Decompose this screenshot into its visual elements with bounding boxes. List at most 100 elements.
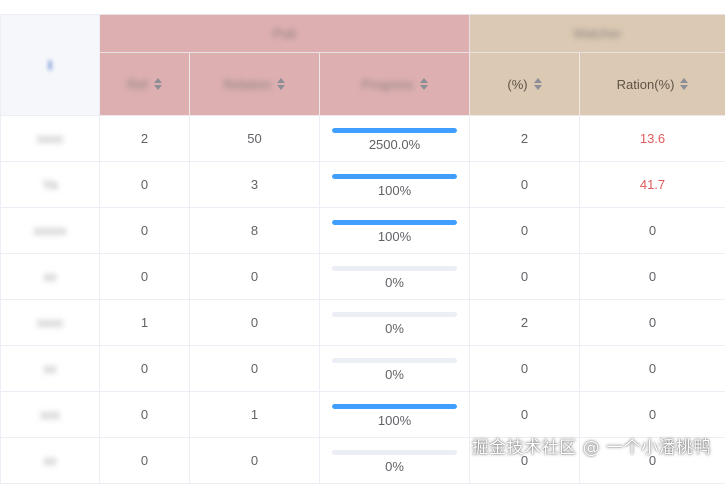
table-row: xx000%00 <box>1 254 725 300</box>
cell-ration: 0 <box>580 300 725 346</box>
row-label-value: xx <box>44 361 57 376</box>
cell-ref: 0 <box>100 208 190 254</box>
cell-ration: 13.6 <box>580 116 725 162</box>
cell-ration-value: 13.6 <box>640 131 665 146</box>
cell-pct: 2 <box>470 116 580 162</box>
progress-cell: 2500.0% <box>320 116 470 162</box>
column-header-label: Progress <box>361 77 413 92</box>
cell-ration-value: 41.7 <box>640 177 665 192</box>
row-label: xxx <box>1 392 100 438</box>
cell-relation: 0 <box>190 346 320 392</box>
progress-percent: 100% <box>320 413 469 428</box>
progress-percent: 100% <box>320 229 469 244</box>
cell-pct-value: 0 <box>521 361 528 376</box>
table-row: xxxx2502500.0%213.6 <box>1 116 725 162</box>
progress-percent: 2500.0% <box>320 137 469 152</box>
cell-relation: 0 <box>190 254 320 300</box>
cell-ref-value: 1 <box>141 315 148 330</box>
progress-bar <box>332 312 457 317</box>
cell-pct-value: 0 <box>521 269 528 284</box>
cell-relation: 50 <box>190 116 320 162</box>
cell-pct-value: 0 <box>521 407 528 422</box>
cell-pct-value: 0 <box>521 177 528 192</box>
cell-ref-value: 0 <box>141 453 148 468</box>
table-row: xxxx100%20 <box>1 300 725 346</box>
progress-bar-fill <box>332 128 457 133</box>
cell-pct: 0 <box>470 162 580 208</box>
progress-bar <box>332 128 457 133</box>
table-row: Ya03100%041.7 <box>1 162 725 208</box>
cell-relation-value: 0 <box>251 361 258 376</box>
cell-ration: 0 <box>580 346 725 392</box>
row-label: xx <box>1 438 100 484</box>
cell-pct-value: 2 <box>521 131 528 146</box>
cell-pct: 0 <box>470 392 580 438</box>
cell-relation: 1 <box>190 392 320 438</box>
cell-ref: 0 <box>100 392 190 438</box>
cell-ref: 0 <box>100 346 190 392</box>
cell-ration: 41.7 <box>580 162 725 208</box>
sort-caret-icon[interactable] <box>277 78 285 90</box>
cell-relation: 8 <box>190 208 320 254</box>
group-header-pub-label: Pub <box>273 26 296 41</box>
column-header-label: (%) <box>507 77 527 92</box>
corner-header-label: l <box>48 58 52 73</box>
cell-ref-value: 0 <box>141 361 148 376</box>
progress-cell: 100% <box>320 208 470 254</box>
corner-header: l <box>1 15 100 116</box>
cell-ration-value: 0 <box>649 223 656 238</box>
cell-ref: 0 <box>100 162 190 208</box>
cell-ration-value: 0 <box>649 315 656 330</box>
cell-ref: 2 <box>100 116 190 162</box>
cell-ration: 0 <box>580 254 725 300</box>
column-header-ref[interactable]: Ref <box>100 53 190 116</box>
column-header-progress[interactable]: Progress <box>320 53 470 116</box>
sort-caret-icon[interactable] <box>534 78 542 90</box>
sort-caret-icon[interactable] <box>420 78 428 90</box>
cell-pct: 0 <box>470 208 580 254</box>
progress-cell: 0% <box>320 346 470 392</box>
cell-ration-value: 0 <box>649 361 656 376</box>
progress-percent: 0% <box>320 367 469 382</box>
watermark: 掘金技术社区 @ 一个小潘桃鸭 <box>472 433 711 458</box>
progress-cell: 0% <box>320 254 470 300</box>
progress-percent: 100% <box>320 183 469 198</box>
table-row: xxxxx 0 8 100% 0 0 <box>1 208 725 254</box>
row-label: Ya <box>1 162 100 208</box>
progress-cell: 100% <box>320 392 470 438</box>
cell-ref: 0 <box>100 254 190 300</box>
column-header-pct[interactable]: (%) <box>470 53 580 116</box>
progress-bar <box>332 220 457 225</box>
cell-pct: 0 <box>470 346 580 392</box>
group-header-watcher: Watcher <box>470 15 725 53</box>
cell-pct: 2 <box>470 300 580 346</box>
sort-caret-icon[interactable] <box>154 78 162 90</box>
sort-caret-icon[interactable] <box>680 78 688 90</box>
table-row: xx 0 0 0% 0 0 <box>1 346 725 392</box>
column-header-relation[interactable]: Relation <box>190 53 320 116</box>
row-label: xxxxx <box>1 208 100 254</box>
cell-ration: 0 <box>580 392 725 438</box>
row-label-value: xxxxx <box>34 223 67 238</box>
progress-cell: 0% <box>320 438 470 484</box>
cell-ration-value: 0 <box>649 269 656 284</box>
row-label-value: xx <box>44 269 57 284</box>
group-header-pub: Pub <box>100 15 470 53</box>
column-header-label: Ration(%) <box>617 77 675 92</box>
progress-percent: 0% <box>320 275 469 290</box>
row-label-value: xxx <box>40 407 60 422</box>
cell-relation-value: 8 <box>251 223 258 238</box>
progress-bar-fill <box>332 404 457 409</box>
progress-cell: 100% <box>320 162 470 208</box>
progress-bar <box>332 358 457 363</box>
progress-bar <box>332 266 457 271</box>
row-label-value: Ya <box>43 177 58 192</box>
column-header-label: Ref <box>127 77 147 92</box>
stats-table: l Pub Watcher Ref Relation <box>0 14 725 484</box>
row-label: xxxx <box>1 116 100 162</box>
cell-ration-value: 0 <box>649 407 656 422</box>
column-header-ration[interactable]: Ration(%) <box>580 53 725 116</box>
table-row: xxx01100%00 <box>1 392 725 438</box>
cell-pct-value: 0 <box>521 223 528 238</box>
row-label-value: xxxx <box>37 131 63 146</box>
